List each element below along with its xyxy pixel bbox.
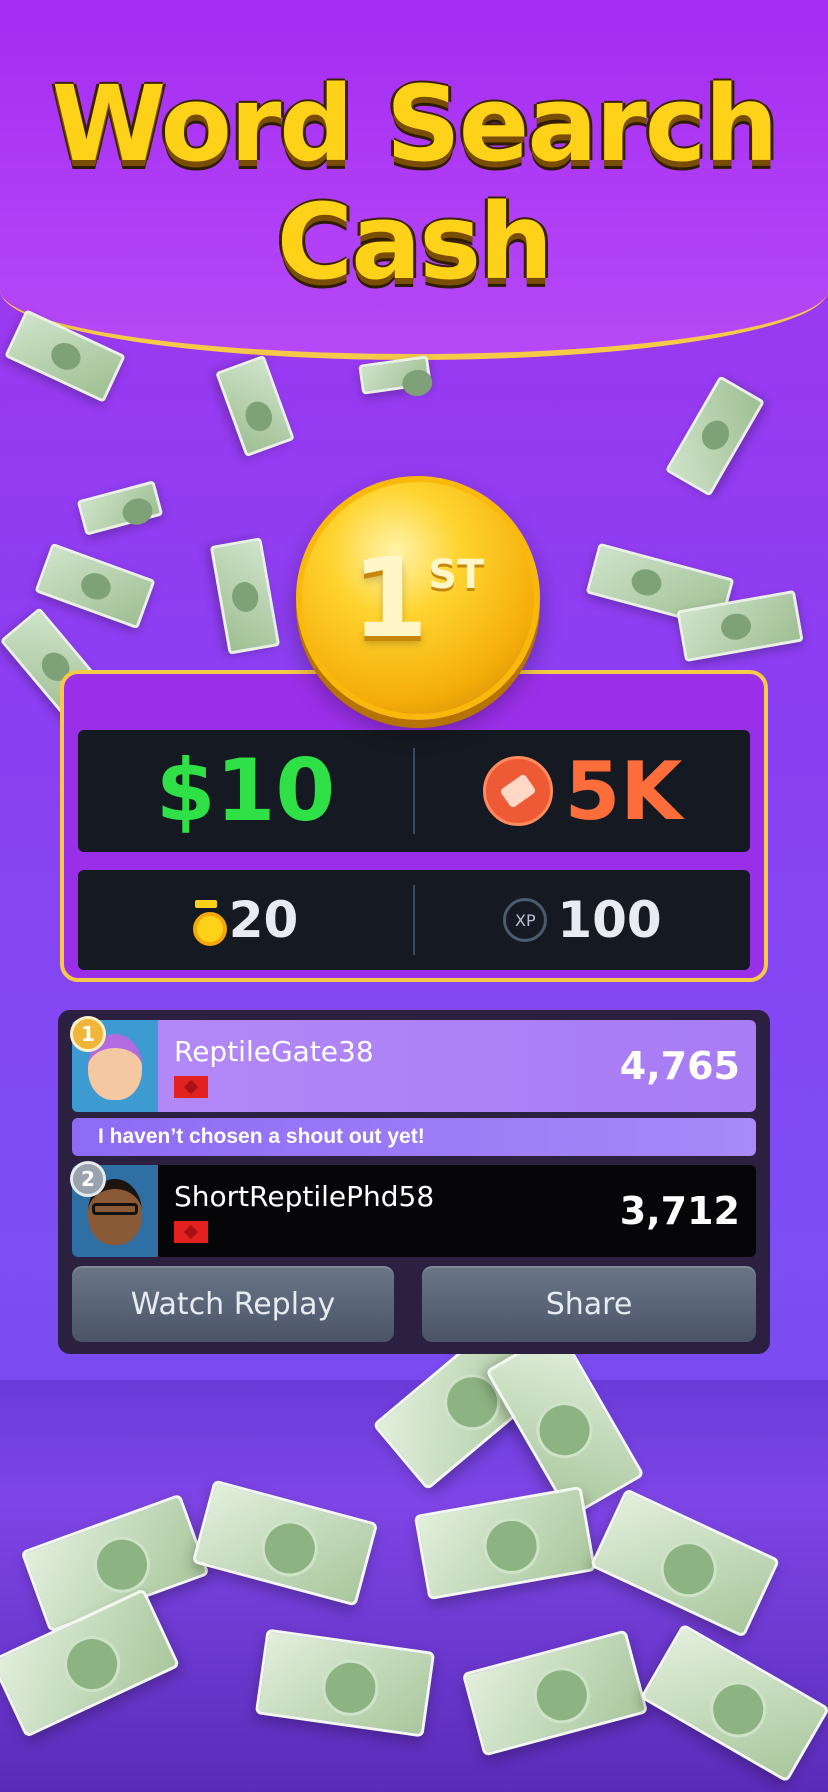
medal-amount: 20: [228, 891, 299, 949]
secondary-rewards-row: 20 XP 100: [78, 870, 750, 970]
game-title-line2: Cash: [276, 181, 553, 303]
leaderboard-panel: 1 ReptileGate38 4,765 I haven’t chosen a…: [58, 1010, 770, 1354]
shout-out-message: I haven’t chosen a shout out yet!: [72, 1118, 756, 1156]
cash-amount: $10: [155, 741, 336, 841]
falling-bill-decoration: [76, 480, 164, 536]
canada-flag-icon: [174, 1075, 208, 1098]
xp-reward: XP 100: [415, 870, 750, 970]
medal-reward: 20: [78, 870, 413, 970]
player-score: 4,765: [619, 1044, 740, 1088]
player-score: 3,712: [619, 1189, 740, 1233]
first-place-coin-icon: 1 ST: [296, 476, 540, 720]
falling-bill-decoration: [215, 354, 295, 458]
rank-number: 1: [351, 534, 429, 662]
player-name: ReptileGate38: [174, 1034, 374, 1068]
ticket-reward: 5K: [415, 730, 750, 852]
player-info: ReptileGate38: [174, 1035, 620, 1098]
medal-icon: [192, 900, 227, 946]
leaderboard-row[interactable]: 2 ShortReptilePhd58 3,712: [70, 1161, 756, 1257]
canada-flag-icon: [174, 1220, 208, 1243]
ticket-icon: [482, 756, 553, 826]
rank-suffix: ST: [428, 552, 485, 598]
ticket-amount: 5K: [564, 744, 683, 838]
rank-badge: 2: [70, 1161, 106, 1197]
falling-bill-decoration: [209, 537, 281, 655]
falling-bill-decoration: [664, 375, 766, 497]
player-name: ShortReptilePhd58: [174, 1179, 435, 1213]
glasses-icon: [92, 1203, 138, 1215]
xp-amount: 100: [557, 891, 662, 949]
player-info: ShortReptilePhd58: [174, 1180, 620, 1243]
cash-reward: $10: [78, 730, 413, 852]
primary-rewards-row: $10 5K: [78, 730, 750, 852]
rank-badge: 1: [70, 1016, 106, 1052]
share-button[interactable]: Share: [422, 1266, 756, 1342]
falling-bill-decoration: [34, 542, 156, 630]
leaderboard-row[interactable]: 1 ReptileGate38 4,765: [70, 1016, 756, 1112]
game-title-line1: Word Search: [51, 63, 779, 185]
falling-bill-decoration: [358, 355, 432, 395]
watch-replay-button[interactable]: Watch Replay: [72, 1266, 394, 1342]
xp-icon: XP: [503, 898, 548, 942]
